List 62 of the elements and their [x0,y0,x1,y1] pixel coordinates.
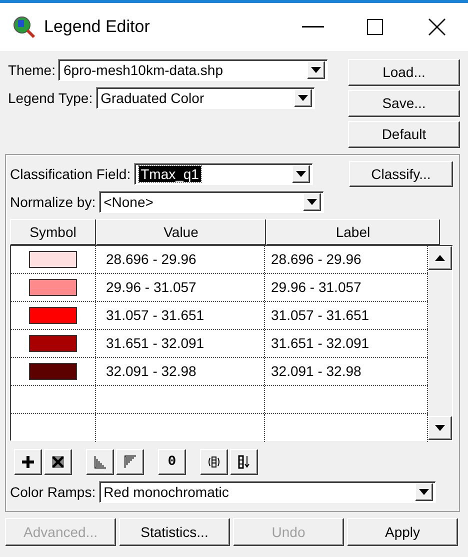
caret-down-icon [296,171,306,177]
column-header[interactable]: Label [266,219,440,245]
dropdown-field[interactable]: Tmax_q1 [134,163,313,185]
side-button[interactable]: Load... [348,59,460,86]
scroll-down-button[interactable] [428,416,452,440]
dropdown-field[interactable]: <None> [98,191,324,213]
descending-bars-icon [123,455,137,469]
dropdown-field[interactable]: 6pro-mesh10km-data.shp [58,59,328,81]
column-header[interactable]: Symbol [10,219,96,245]
column-header[interactable]: Value [96,219,266,245]
caret-down-icon [298,95,308,101]
dropdown-field[interactable]: Red monochromatic [98,481,436,503]
add-icon [21,455,35,469]
normalize-label: Normalize by: [10,192,96,212]
window-title: Legend Editor [44,16,151,38]
bottom-button[interactable]: Apply [347,518,458,546]
side-button[interactable]: Save... [348,90,460,117]
color-swatch[interactable] [29,279,77,296]
color-swatch[interactable] [29,335,77,352]
color-swatch[interactable] [29,363,77,380]
table-cell: 32.091 - 32.98 [96,358,265,385]
ascending-bars-icon [93,455,107,469]
zero-button[interactable]: 0 [158,449,186,475]
flip-icon [207,455,221,469]
caret-down-icon [435,425,445,431]
dropdown-arrow-button[interactable] [302,193,321,211]
scrollbar[interactable] [428,246,452,440]
tool-button[interactable] [116,449,144,475]
dropdown-arrow-button[interactable] [414,483,433,501]
delete-icon [51,455,65,469]
app-icon [12,15,36,39]
caret-down-icon [418,489,429,495]
tool-button[interactable] [14,449,42,475]
tool-button[interactable] [230,449,258,475]
dropdown-arrow-button[interactable] [294,89,312,107]
caret-down-icon [306,199,317,205]
maximize-icon [367,19,383,35]
tool-button[interactable] [44,449,72,475]
table-cell: 28.696 - 29.96 [96,246,265,273]
color-swatch[interactable] [29,307,77,324]
legend-type-label: Legend Type: [8,88,93,108]
tool-button[interactable] [86,449,114,475]
bottom-button[interactable]: Statistics... [119,518,230,546]
theme-label: Theme: [8,60,56,80]
caret-up-icon [435,255,445,261]
color-ramps-label: Color Ramps: [10,482,96,502]
table-cell: 31.057 - 31.651 [96,302,265,329]
caret-down-icon [311,67,322,73]
minimize-icon [302,26,324,28]
sort-icon [237,455,251,469]
scroll-up-button[interactable] [428,246,452,270]
table-cell: 29.96 - 31.057 [96,274,265,301]
dropdown-arrow-button[interactable] [292,165,310,183]
table-cell: 31.651 - 32.091 [96,330,265,357]
tool-button[interactable] [200,449,228,475]
dropdown-field[interactable]: Graduated Color [96,87,315,109]
classify-button[interactable]: Classify... [349,161,453,187]
color-swatch[interactable] [29,251,77,268]
classification-field-label: Classification Field: [10,164,131,184]
side-button[interactable]: Default [348,121,460,148]
close-icon [428,18,446,36]
dropdown-arrow-button[interactable] [307,61,326,79]
